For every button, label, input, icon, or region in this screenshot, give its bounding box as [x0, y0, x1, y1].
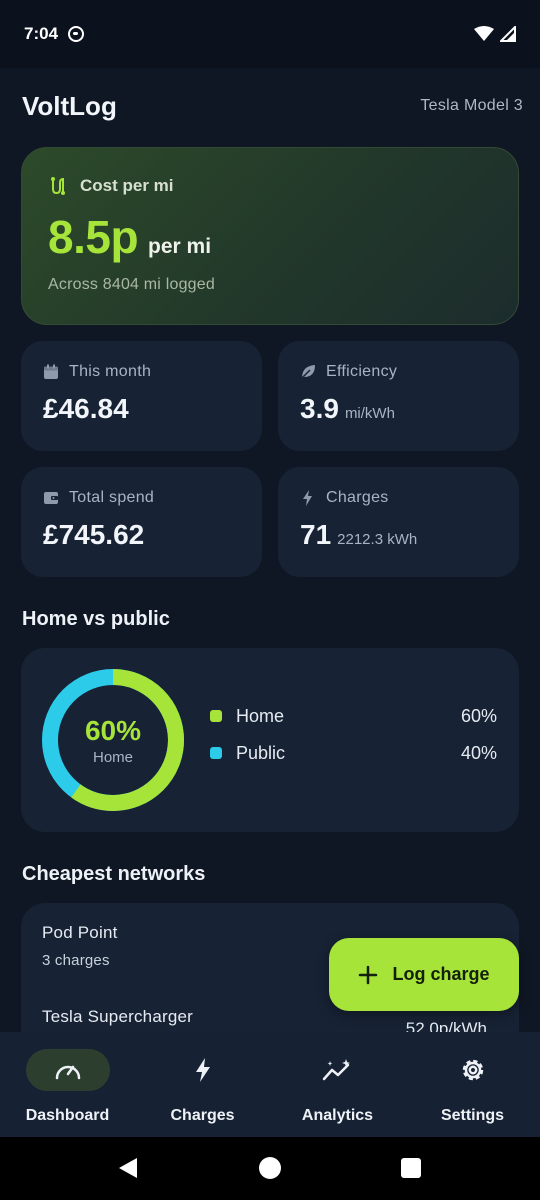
wallet-icon [44, 492, 58, 504]
nav-icon-container [296, 1049, 380, 1091]
donut-center: 60% Home [41, 668, 185, 812]
vehicle-selector[interactable]: Tesla Model 3 [420, 97, 523, 115]
hero-value: 8.5p [48, 211, 139, 263]
leaf-icon [301, 365, 315, 379]
nav-active-indicator [25, 1049, 110, 1091]
nav-item-settings[interactable]: Settings [405, 1032, 540, 1137]
stat-card-efficiency: Efficiency 3.9 mi/kWh [278, 341, 519, 451]
plus-icon [359, 965, 378, 984]
legend-name: Public [236, 742, 286, 763]
hero-unit: per mi [148, 235, 212, 258]
nav-item-analytics[interactable]: Analytics [270, 1032, 405, 1137]
home-vs-public-card: 60% Home Home 60% Public 40% [21, 648, 519, 832]
nav-icon-container [431, 1049, 515, 1091]
section-title-cheapest-networks: Cheapest networks [22, 863, 206, 885]
legend-swatch-public [210, 747, 222, 759]
stat-unit: 2212.3 kWh [337, 531, 418, 548]
gear-icon [462, 1059, 483, 1081]
donut-center-value: 60% [84, 714, 142, 746]
log-charge-label: Log charge [392, 964, 490, 984]
network-name: Pod Point [42, 923, 118, 942]
legend-name: Home [236, 705, 285, 726]
stat-card-charges: Charges 71 2212.3 kWh [278, 467, 519, 577]
calendar-icon [44, 364, 58, 379]
nav-label: Charges [170, 1107, 235, 1124]
back-icon[interactable] [118, 1157, 138, 1179]
section-title-home-vs-public: Home vs public [22, 608, 170, 630]
donut-center-label: Home [92, 748, 133, 766]
home-icon[interactable] [259, 1157, 281, 1179]
recents-icon[interactable] [401, 1158, 421, 1178]
nav-icon-container [161, 1049, 245, 1091]
app-header: VoltLog Tesla Model 3 [22, 88, 523, 124]
nav-label: Analytics [301, 1107, 374, 1124]
legend-item-home: Home 60% [210, 704, 497, 728]
status-time: 7:04 [24, 24, 59, 43]
bottom-navigation: Dashboard Charges Analytics Settings [0, 1032, 540, 1137]
status-icons [474, 26, 516, 42]
nav-label: Dashboard [25, 1107, 110, 1124]
legend-value: 60% [460, 705, 497, 726]
stat-value: 3.9 [300, 393, 339, 424]
stat-card-total-spend: Total spend £745.62 [21, 467, 262, 577]
wifi-icon [474, 26, 494, 41]
log-charge-button[interactable]: Log charge [329, 938, 519, 1011]
status-bar: 7:04 [0, 0, 540, 68]
stat-value: £745.62 [43, 519, 145, 550]
system-navigation-bar [0, 1137, 540, 1200]
nav-label: Settings [440, 1107, 505, 1124]
hero-label: Cost per mi [80, 176, 174, 195]
bolt-icon [195, 1058, 210, 1082]
network-charge-count: 3 charges [42, 952, 110, 969]
stat-value: 71 [300, 519, 332, 550]
cellular-signal-icon [500, 26, 516, 42]
speedometer-icon [55, 1065, 80, 1080]
bolt-icon [303, 490, 312, 506]
cost-per-mile-card: Cost per mi 8.5p per mi Across 8404 mi l… [21, 147, 519, 325]
legend-swatch-home [210, 710, 222, 722]
stat-label: Charges [326, 489, 389, 506]
hero-subtext: Across 8404 mi logged [48, 276, 215, 293]
app-title: VoltLog [22, 90, 117, 121]
route-icon [51, 177, 65, 195]
legend-item-public: Public 40% [210, 741, 497, 765]
stat-label: This month [69, 363, 152, 380]
nav-item-charges[interactable]: Charges [135, 1032, 270, 1137]
network-name: Tesla Supercharger [42, 1007, 194, 1026]
nav-item-dashboard[interactable]: Dashboard [0, 1032, 135, 1137]
stat-label: Total spend [69, 489, 155, 506]
analytics-icon [322, 1059, 350, 1081]
stat-value: £46.84 [43, 393, 129, 424]
stat-unit: mi/kWh [344, 405, 395, 422]
notification-icon [68, 26, 85, 42]
legend-value: 40% [460, 742, 497, 763]
stat-label: Efficiency [326, 363, 398, 380]
stat-card-this-month: This month £46.84 [21, 341, 262, 451]
